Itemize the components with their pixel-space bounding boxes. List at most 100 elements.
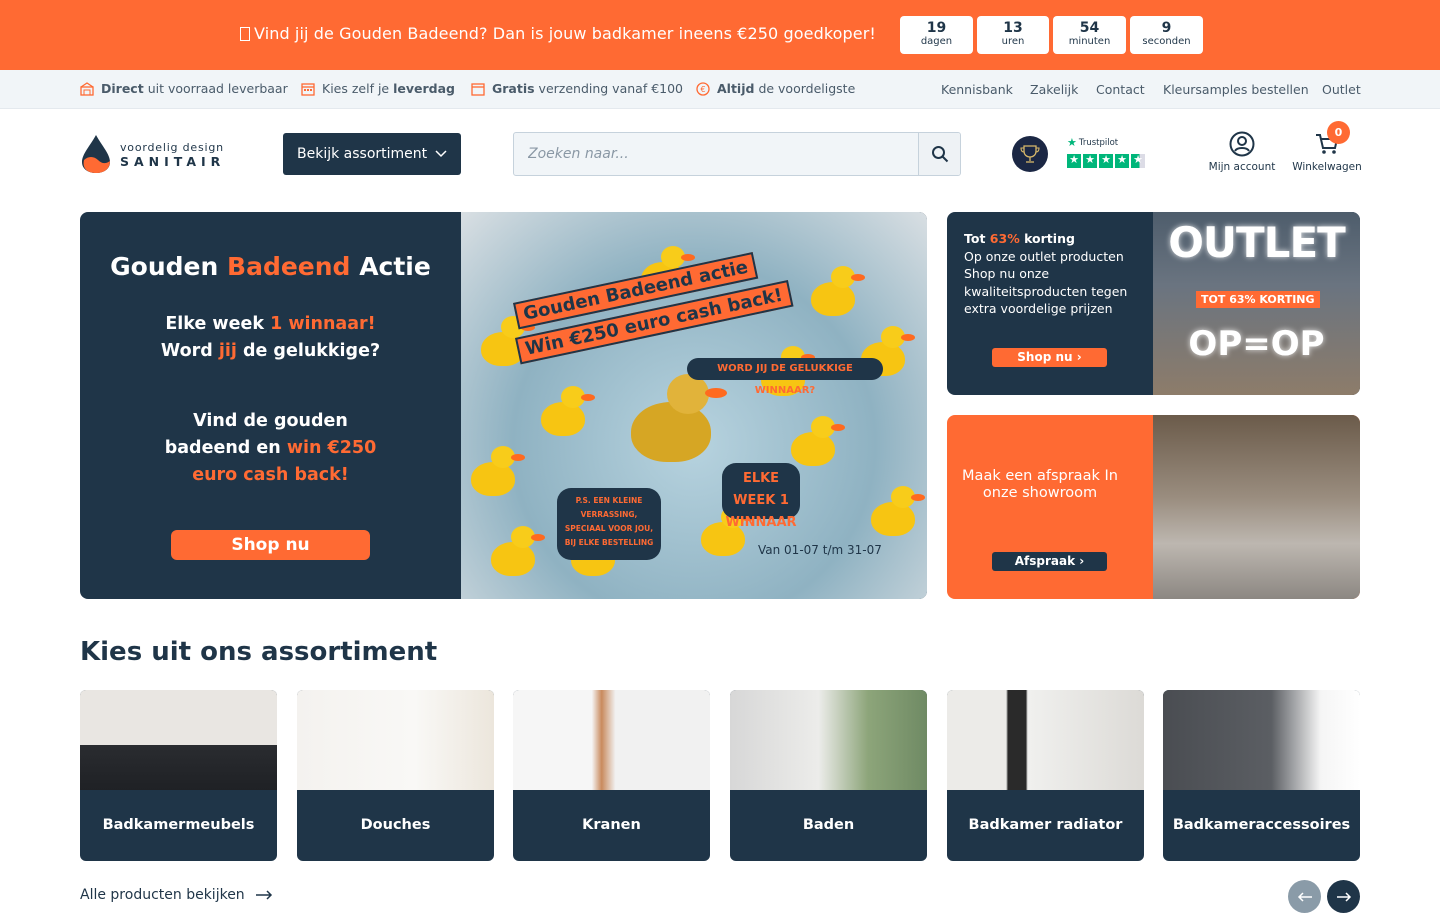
category-label: Badkamer radiator bbox=[968, 817, 1123, 833]
golden-duck-icon bbox=[631, 374, 727, 462]
hero-shop-button[interactable]: Shop nu bbox=[171, 530, 370, 560]
promo-bar: Vind jij de Gouden Badeend? Dan is jouw … bbox=[0, 0, 1440, 70]
bubble-week: ELKE WEEK 1 WINNAAR bbox=[722, 463, 800, 530]
outlet-text: Tot 63% korting Op onze outlet producten… bbox=[964, 230, 1154, 318]
appointment-button[interactable]: Afspraak › bbox=[992, 552, 1107, 571]
usp-direct: Direct uit voorraad leverbaar bbox=[80, 81, 288, 96]
showroom-text: Maak een afspraak In onze showroom bbox=[962, 468, 1118, 501]
euro-icon: € bbox=[696, 81, 710, 96]
category-label: Baden bbox=[802, 817, 855, 833]
usp-text: Gratis verzending vanaf €100 bbox=[492, 81, 683, 96]
countdown-hours: 13 uren bbox=[977, 16, 1049, 54]
chevron-down-icon bbox=[435, 150, 447, 158]
outlet-shop-button[interactable]: Shop nu › bbox=[992, 348, 1107, 367]
trophy-icon bbox=[1020, 145, 1040, 163]
category-card-baden[interactable]: Baden bbox=[730, 690, 927, 861]
outlet-body: Op onze outlet producten Shop nu onze kw… bbox=[964, 248, 1128, 317]
star-icon bbox=[1067, 153, 1081, 168]
hero-text: de gelukkige? bbox=[242, 341, 381, 361]
usp-text: Kies zelf je leverdag bbox=[322, 81, 455, 96]
countdown-value: 54 bbox=[1079, 20, 1100, 36]
promo-text: Vind jij de Gouden Badeend? Dan is jouw … bbox=[240, 24, 876, 43]
usp-bold: leverdag bbox=[393, 81, 455, 96]
bubble-lucky: WORD JIJ DE GELUKKIGE WINNAAR? bbox=[687, 358, 883, 396]
hero-title-highlight: Badeend bbox=[227, 252, 351, 281]
outlet-op: OP=OP bbox=[1188, 324, 1325, 364]
nav-contact[interactable]: Contact bbox=[1096, 82, 1145, 97]
nav-kleursamples[interactable]: Kleursamples bestellen bbox=[1163, 82, 1309, 97]
logo-drop-icon bbox=[82, 135, 110, 173]
award-badge-icon bbox=[1012, 136, 1048, 172]
assortment-button[interactable]: Bekijk assortiment bbox=[283, 133, 461, 175]
arrow-left-icon bbox=[1297, 891, 1312, 902]
usp-bold: Altijd bbox=[717, 81, 755, 96]
hero-title-part: Gouden bbox=[110, 252, 219, 281]
user-icon bbox=[1229, 131, 1255, 157]
category-card-badkameraccessoires[interactable]: Badkameraccessoires bbox=[1163, 690, 1360, 861]
category-image bbox=[513, 690, 710, 790]
duck-icon bbox=[471, 446, 525, 496]
outlet-headline-part: korting bbox=[1024, 231, 1075, 246]
nav-zakelijk[interactable]: Zakelijk bbox=[1030, 82, 1078, 97]
all-products-link[interactable]: Alle producten bekijken bbox=[80, 887, 273, 903]
usp-pre: Kies zelf je bbox=[322, 81, 390, 96]
hero-text: Word bbox=[160, 341, 213, 361]
duck-icon bbox=[491, 526, 545, 576]
hero-text-panel: Gouden Badeend Actie Elke week 1 winnaar… bbox=[80, 212, 461, 599]
usp-text: Direct uit voorraad leverbaar bbox=[101, 81, 288, 96]
category-card-kranen[interactable]: Kranen bbox=[513, 690, 710, 861]
category-label: Douches bbox=[360, 817, 431, 833]
showroom-banner[interactable]: Maak een afspraak In onze showroom Afspr… bbox=[947, 415, 1360, 599]
hero-title-part: Actie bbox=[359, 252, 431, 281]
logo[interactable]: voordelig design SANITAIR bbox=[80, 133, 230, 175]
warehouse-icon bbox=[80, 81, 94, 96]
hero-banner[interactable]: Gouden Badeend Actie Elke week 1 winnaar… bbox=[80, 212, 927, 599]
cart-link[interactable]: Winkelwagen bbox=[1292, 131, 1362, 173]
trustpilot-widget[interactable]: ★ Trustpilot bbox=[1067, 136, 1151, 172]
duck-icon bbox=[811, 266, 865, 316]
category-card-douches[interactable]: Douches bbox=[297, 690, 494, 861]
category-label: Badkameraccessoires bbox=[1172, 817, 1351, 833]
carousel-prev-button[interactable] bbox=[1288, 880, 1321, 913]
trustpilot-star-icon: ★ bbox=[1067, 136, 1077, 149]
nav-kennisbank[interactable]: Kennisbank bbox=[941, 82, 1013, 97]
hero-line-3: Vind de gouden bbox=[193, 411, 348, 431]
nav-outlet[interactable]: Outlet bbox=[1322, 82, 1361, 97]
category-image bbox=[1163, 690, 1360, 790]
logo-title: SANITAIR bbox=[120, 154, 226, 169]
search-button[interactable] bbox=[918, 133, 960, 175]
showroom-image bbox=[1153, 415, 1360, 599]
usp-gratis: Gratis verzending vanaf €100 bbox=[471, 81, 683, 96]
usp-altijd: € Altijd de voordeligste bbox=[696, 81, 855, 96]
outlet-warehouse-image: OUTLET TOT 63% KORTING OP=OP bbox=[1153, 212, 1360, 395]
search-input[interactable] bbox=[514, 133, 919, 175]
outlet-shop-label: Shop nu bbox=[1017, 350, 1073, 364]
delivery-calendar-icon bbox=[471, 82, 485, 96]
account-link[interactable]: Mijn account bbox=[1208, 131, 1276, 173]
countdown: 19 dagen 13 uren 54 minuten 9 seconden bbox=[900, 16, 1203, 54]
countdown-value: 19 bbox=[926, 20, 947, 36]
outlet-headline: Tot 63% korting bbox=[964, 231, 1075, 246]
category-label: Badkamermeubels bbox=[102, 817, 255, 833]
carousel-next-button[interactable] bbox=[1327, 880, 1360, 913]
category-image bbox=[297, 690, 494, 790]
usp-bold: Gratis bbox=[492, 81, 535, 96]
cart-count-badge: 0 bbox=[1327, 121, 1350, 144]
search-box bbox=[513, 132, 961, 176]
outlet-banner[interactable]: Tot 63% korting Op onze outlet producten… bbox=[947, 212, 1360, 395]
countdown-value: 9 bbox=[1161, 20, 1172, 36]
category-card-badkamermeubels[interactable]: Badkamermeubels bbox=[80, 690, 277, 861]
hero-duck-image: Gouden Badeend actie Win €250 euro cash … bbox=[461, 212, 927, 599]
countdown-minutes: 54 minuten bbox=[1053, 16, 1126, 54]
hero-text: Elke week bbox=[165, 314, 264, 334]
arrow-right-icon bbox=[255, 890, 272, 900]
category-label: Kranen bbox=[582, 817, 641, 833]
arrow-right-icon bbox=[1336, 891, 1351, 902]
missing-glyph-icon bbox=[240, 27, 250, 41]
trustpilot-brand: ★ Trustpilot bbox=[1067, 136, 1151, 149]
bubble-ps: P.S. EEN KLEINE VERRASSING, SPECIAAL VOO… bbox=[557, 488, 661, 560]
promo-message: Vind jij de Gouden Badeend? Dan is jouw … bbox=[254, 24, 876, 43]
usp-rest: verzending vanaf €100 bbox=[538, 81, 684, 96]
countdown-label: seconden bbox=[1142, 36, 1191, 47]
category-card-badkamer-radiator[interactable]: Badkamer radiator bbox=[947, 690, 1144, 861]
